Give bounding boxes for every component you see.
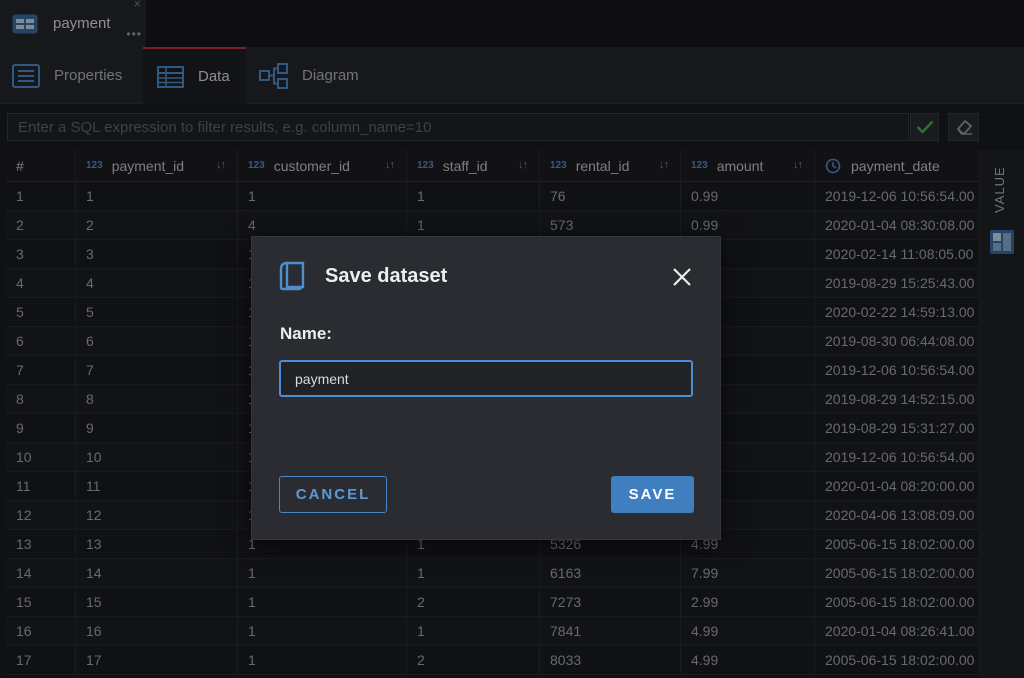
app-root: payment × ••• Properties Data Diagram En… bbox=[0, 0, 1024, 678]
dialog-header: Save dataset bbox=[278, 261, 447, 291]
close-icon[interactable] bbox=[672, 267, 692, 287]
dataset-name-input[interactable] bbox=[279, 360, 693, 397]
dataset-icon bbox=[279, 261, 305, 291]
name-label: Name: bbox=[280, 324, 332, 343]
cancel-button[interactable]: CANCEL bbox=[279, 476, 387, 513]
save-dataset-dialog: Save dataset Name: CANCEL SAVE bbox=[251, 236, 721, 540]
dialog-title: Save dataset bbox=[325, 264, 448, 287]
save-button[interactable]: SAVE bbox=[611, 476, 694, 513]
